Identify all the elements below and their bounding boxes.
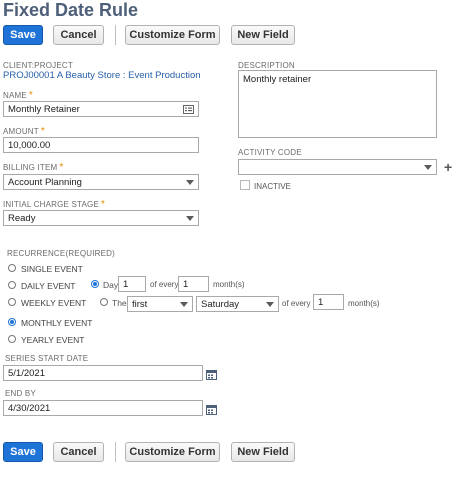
chevron-down-icon	[266, 302, 274, 307]
customize-form-button-bottom[interactable]: Customize Form	[125, 442, 220, 462]
inactive-checkbox[interactable]	[240, 180, 250, 190]
radio-day-option[interactable]	[91, 280, 99, 288]
billing-item-label: BILLING ITEM *	[3, 162, 64, 173]
description-label: DESCRIPTION	[238, 61, 295, 70]
the-option-label: The	[112, 298, 127, 308]
ordinal-select[interactable]: first	[127, 296, 193, 312]
the-months-label: month(s)	[348, 299, 380, 308]
cancel-button-bottom[interactable]: Cancel	[53, 442, 104, 462]
single-event-label: SINGLE EVENT	[21, 264, 83, 274]
radio-single-event[interactable]	[8, 264, 16, 272]
amount-label: AMOUNT *	[3, 126, 45, 137]
recurrence-label: RECURRENCE(REQUIRED)	[7, 249, 116, 258]
daily-event-label: DAILY EVENT	[21, 281, 76, 291]
list-icon[interactable]	[183, 105, 194, 116]
add-activity-code-icon[interactable]: +	[444, 160, 452, 174]
chevron-down-icon	[186, 216, 194, 221]
day-option-label: Day	[103, 280, 119, 290]
chevron-down-icon	[180, 302, 188, 307]
chevron-down-icon	[424, 165, 432, 170]
new-field-button-bottom[interactable]: New Field	[231, 442, 295, 462]
inactive-label: INACTIVE	[254, 182, 291, 191]
initial-charge-stage-select[interactable]: Ready	[3, 210, 199, 226]
customize-form-button[interactable]: Customize Form	[125, 25, 220, 45]
end-by-input[interactable]: 4/30/2021	[3, 400, 203, 416]
chevron-down-icon	[186, 180, 194, 185]
description-textarea[interactable]: Monthly retainer	[238, 70, 437, 138]
the-every-input[interactable]: 1	[313, 294, 344, 310]
name-input[interactable]: Monthly Retainer	[3, 101, 199, 117]
weekly-event-label: WEEKLY EVENT	[21, 298, 87, 308]
activity-code-select[interactable]	[238, 159, 437, 175]
billing-item-select[interactable]: Account Planning	[3, 174, 199, 190]
monthly-event-label: MONTHLY EVENT	[21, 318, 93, 328]
yearly-event-label: YEARLY EVENT	[21, 335, 85, 345]
series-start-date-label: SERIES START DATE	[5, 354, 89, 363]
radio-daily-event[interactable]	[8, 281, 16, 289]
the-of-every-label: of every	[282, 299, 311, 308]
radio-the-option[interactable]	[100, 298, 108, 306]
calendar-icon[interactable]	[206, 402, 217, 420]
radio-monthly-event[interactable]	[8, 318, 16, 326]
series-start-date-input[interactable]: 5/1/2021	[3, 365, 203, 381]
cancel-button[interactable]: Cancel	[53, 25, 104, 45]
new-field-button[interactable]: New Field	[231, 25, 295, 45]
amount-input[interactable]: 10,000.00	[3, 137, 199, 153]
client-project-label: CLIENT:PROJECT	[3, 61, 73, 70]
end-by-label: END BY	[5, 389, 36, 398]
day-months-label: month(s)	[213, 280, 245, 289]
weekday-select[interactable]: Saturday	[196, 296, 279, 312]
initial-charge-stage-label: INITIAL CHARGE STAGE *	[3, 199, 106, 210]
radio-yearly-event[interactable]	[8, 335, 16, 343]
page-title: Fixed Date Rule	[3, 0, 139, 20]
save-button-bottom[interactable]: Save	[3, 442, 43, 462]
day-every-input[interactable]: 1	[178, 276, 209, 292]
calendar-icon[interactable]	[206, 367, 217, 385]
toolbar-divider-bottom	[115, 442, 116, 462]
toolbar-divider	[115, 25, 116, 45]
name-label: NAME *	[3, 90, 34, 101]
activity-code-label: ACTIVITY CODE	[238, 148, 302, 157]
client-project-link[interactable]: PROJ00001 A Beauty Store : Event Product…	[3, 70, 201, 81]
radio-weekly-event[interactable]	[8, 298, 16, 306]
day-of-every-label: of every	[150, 280, 179, 289]
save-button[interactable]: Save	[3, 25, 43, 45]
day-input[interactable]: 1	[118, 276, 146, 292]
